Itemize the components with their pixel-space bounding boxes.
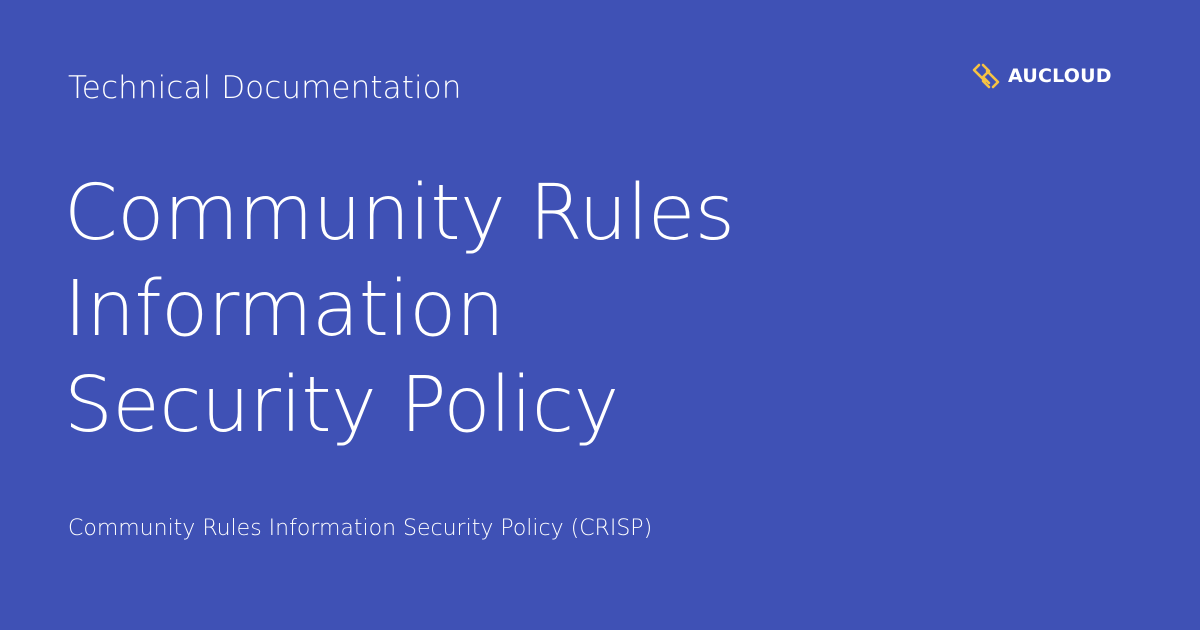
aucloud-logo-icon	[972, 63, 1000, 89]
subtitle: Community Rules Information Security Pol…	[68, 516, 653, 541]
eyebrow-label: Technical Documentation	[68, 70, 462, 106]
page-title: Community Rules Information Security Pol…	[64, 166, 735, 454]
title-line: Information	[64, 265, 505, 354]
brand-logo[interactable]: AUCLOUD	[970, 60, 1112, 92]
brand-name: AUCLOUD	[1008, 65, 1112, 87]
title-line: Community Rules	[64, 169, 735, 258]
social-card: Technical Documentation AUCLOUD Communit…	[0, 0, 1200, 630]
title-line: Security Policy	[64, 361, 619, 450]
